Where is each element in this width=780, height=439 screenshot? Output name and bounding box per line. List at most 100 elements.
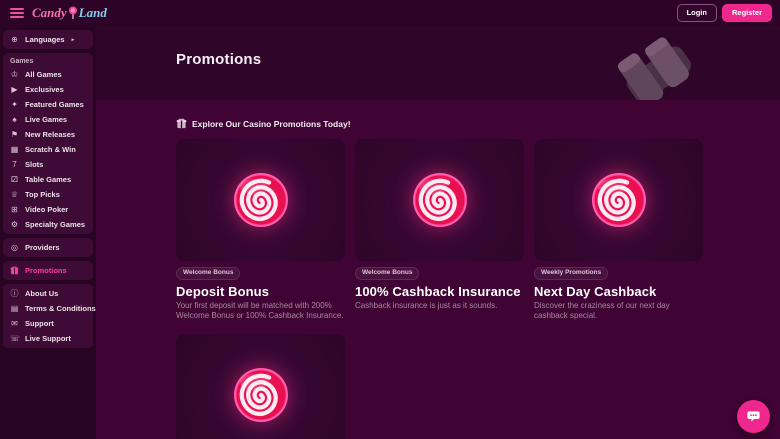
sidebar-item-providers[interactable]: ◎ Providers [3,240,93,255]
sidebar-item-label: Live Games [25,115,67,124]
lucky-seven-icon: 7 [10,161,19,169]
logo-text-candy: Candy [32,5,67,21]
info-icon: ⓘ [10,290,19,298]
page-title: Promotions [176,51,261,68]
trophy-icon: ♕ [10,191,19,199]
sidebar-item-scratch-win[interactable]: ▦ Scratch & Win [3,142,93,157]
live-chat-button[interactable] [737,400,770,433]
promotions-hero-banner: Promotions [96,26,780,100]
sidebar-item-support[interactable]: ✉ Support [3,316,93,331]
sidebar-item-label: Top Picks [25,190,60,199]
chat-icon: ☏ [10,335,19,343]
cards-icon: ♠ [10,116,19,124]
envelope-icon: ✉ [10,320,19,328]
promo-card-image [176,139,345,261]
sidebar-item-languages[interactable]: ⊕ Languages ▸ [3,32,93,47]
sidebar-item-label: All Games [25,70,62,79]
register-button[interactable]: Register [722,4,772,22]
sidebar-item-about-us[interactable]: ⓘ About Us [3,286,93,301]
sidebar-item-label: Terms & Conditions [25,304,96,313]
section-title: Explore Our Casino Promotions Today! [192,119,351,129]
chat-bubble-icon [746,409,761,424]
sidebar-item-label: Specialty Games [25,220,85,229]
promo-description: Discover the craziness of our next day c… [534,301,703,322]
globe-icon: ⊕ [10,36,19,44]
logo-text-land: Land [79,5,107,21]
sparkle-icon: ✦ [10,101,19,109]
login-button[interactable]: Login [677,4,717,22]
promo-card-next-day-cashback[interactable]: Weekly Promotions Next Day Cashback Disc… [534,139,703,321]
sidebar-item-label: Scratch & Win [25,145,76,154]
casino-app: Candy Land Login Register ⊕ Languages ▸ … [0,0,780,439]
sidebar-item-video-poker[interactable]: ⊞ Video Poker [3,202,93,217]
sidebar-item-label: New Releases [25,130,75,139]
promotions-content: Explore Our Casino Promotions Today! Wel… [96,100,780,439]
promo-title: Deposit Bonus [176,284,345,299]
sidebar-item-specialty-games[interactable]: ⚙ Specialty Games [3,217,93,232]
sidebar-nav: ⊕ Languages ▸ Games ♔ All Games ▶ Exclus… [0,26,96,439]
sidebar-item-table-games[interactable]: ⚂ Table Games [3,172,93,187]
sidebar-item-new-releases[interactable]: ⚑ New Releases [3,127,93,142]
sidebar-item-live-support[interactable]: ☏ Live Support [3,331,93,346]
sidebar-item-label: Video Poker [25,205,68,214]
promo-badge: Welcome Bonus [355,267,419,280]
games-panel: Games ♔ All Games ▶ Exclusives ✦ Feature… [3,53,93,234]
auth-buttons: Login Register [677,4,772,22]
lollipop-candy-icon [228,167,294,233]
providers-panel: ◎ Providers [3,238,93,257]
sidebar-item-promotions[interactable]: Promotions [3,263,93,278]
section-header: Explore Our Casino Promotions Today! [176,118,780,129]
chevron-right-icon: ▸ [72,37,75,43]
sidebar-item-label: About Us [25,289,58,298]
promo-card-image [176,334,345,439]
flag-icon: ⚑ [10,131,19,139]
sidebar-item-label: Promotions [25,266,67,275]
document-icon: ▤ [10,305,19,313]
dice-icon: ⚂ [10,176,19,184]
lollipop-candy-icon [586,167,652,233]
promo-description: Cashback insurance is just as it sounds. [355,301,524,311]
promo-description: Your first deposit will be matched with … [176,301,345,322]
info-panel: ⓘ About Us ▤ Terms & Conditions ✉ Suppor… [3,284,93,348]
promo-card-cashback-insurance[interactable]: Welcome Bonus 100% Cashback Insurance Ca… [355,139,524,321]
crown-icon: ♔ [10,71,19,79]
site-logo[interactable]: Candy Land [32,5,107,21]
hamburger-menu-icon[interactable] [10,8,24,18]
sidebar-item-label: Slots [25,160,43,169]
sidebar-item-all-games[interactable]: ♔ All Games [3,67,93,82]
promo-badge: Welcome Bonus [176,267,240,280]
sidebar-item-top-picks[interactable]: ♕ Top Picks [3,187,93,202]
gear-icon: ⚙ [10,221,19,229]
sidebar-item-label: Support [25,319,54,328]
sidebar-item-exclusives[interactable]: ▶ Exclusives [3,82,93,97]
gift-icon [176,118,187,129]
scratch-card-icon: ▦ [10,146,19,154]
providers-icon: ◎ [10,244,19,252]
top-navbar: Candy Land Login Register [0,0,780,26]
promotions-panel: Promotions [3,261,93,280]
lollipop-candy-icon [228,362,294,428]
promo-badge: Weekly Promotions [534,267,608,280]
promo-title: Next Day Cashback [534,284,703,299]
lollipop-candy-icon [407,167,473,233]
sidebar-item-label: Exclusives [25,85,64,94]
promo-card-partial[interactable] [176,334,345,439]
promo-card-image [355,139,524,261]
sidebar-item-featured-games[interactable]: ✦ Featured Games [3,97,93,112]
sidebar-item-label: Live Support [25,334,71,343]
sidebar-item-terms[interactable]: ▤ Terms & Conditions [3,301,93,316]
sidebar-item-label: Table Games [25,175,71,184]
promo-cards-grid: Welcome Bonus Deposit Bonus Your first d… [176,139,704,439]
promo-title: 100% Cashback Insurance [355,284,524,299]
sidebar-item-live-games[interactable]: ♠ Live Games [3,112,93,127]
sidebar-item-label: Featured Games [25,100,84,109]
languages-panel: ⊕ Languages ▸ [3,30,93,49]
lollipop-icon [68,6,78,20]
games-section-title: Games [3,55,93,67]
sidebar-item-label: Languages [25,35,65,44]
play-icon: ▶ [10,86,19,94]
promo-card-image [534,139,703,261]
sidebar-item-slots[interactable]: 7 Slots [3,157,93,172]
monitor-icon: ⊞ [10,206,19,214]
promo-card-deposit-bonus[interactable]: Welcome Bonus Deposit Bonus Your first d… [176,139,345,321]
